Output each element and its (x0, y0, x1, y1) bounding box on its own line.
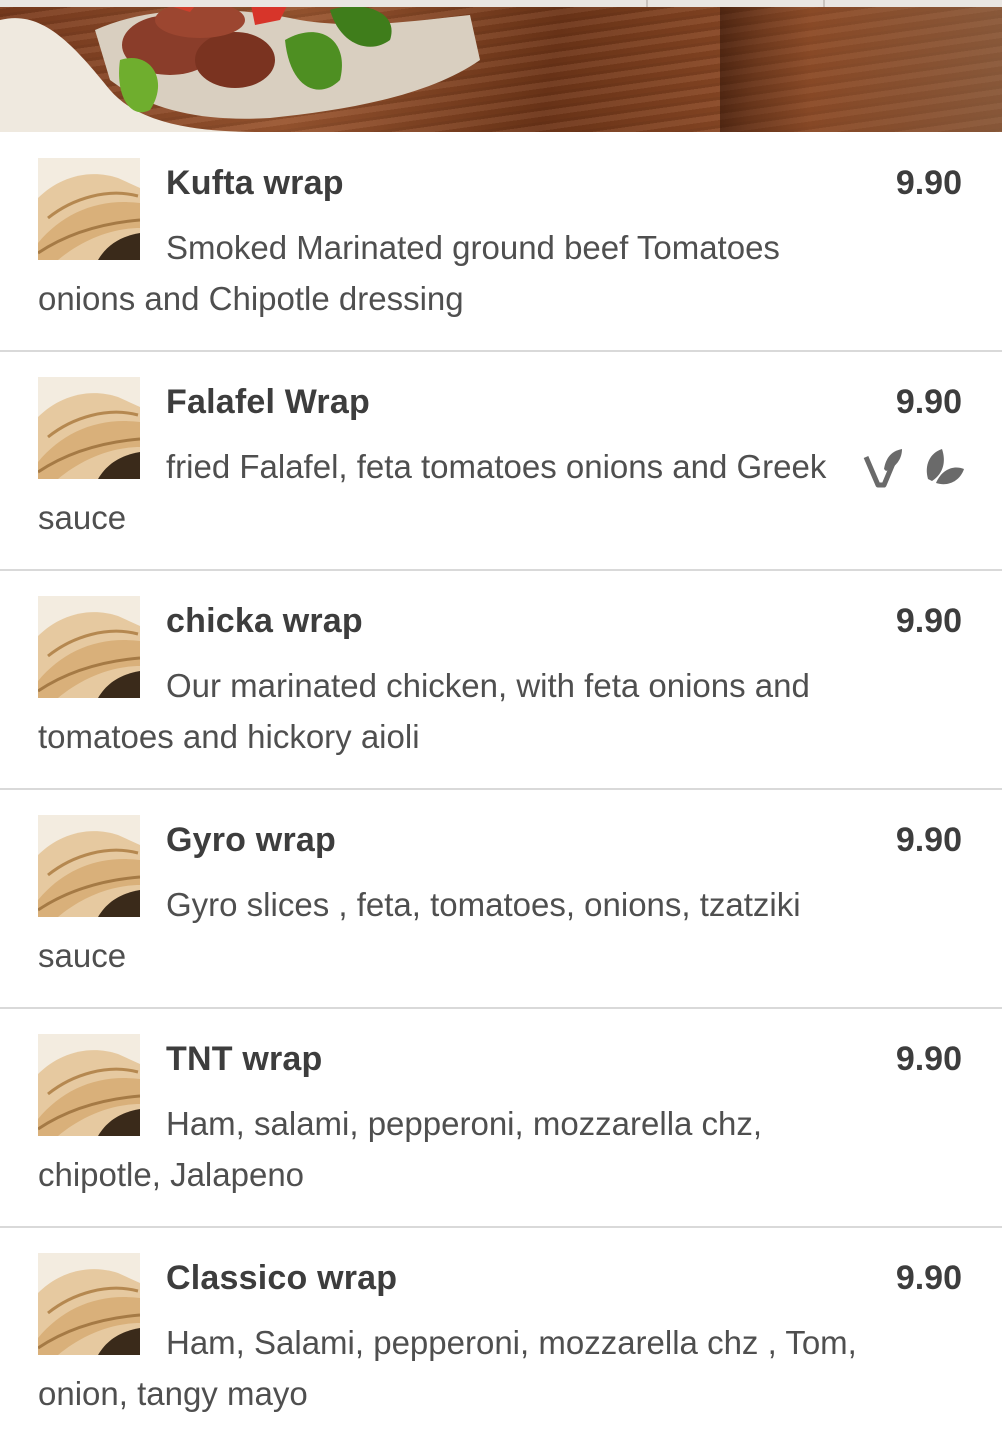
item-price: 9.90 (895, 821, 962, 859)
item-description: Smoked Marinated ground beef Tomatoes on… (38, 229, 780, 317)
item-name: Falafel Wrap (166, 383, 370, 421)
menu-item-kufta-wrap[interactable]: Kufta wrap 9.90 Smoked Marinated ground … (0, 132, 1002, 352)
item-description: Ham, Salami, pepperoni, mozzarella chz ,… (38, 1324, 857, 1412)
item-description: Our marinated chicken, with feta onions … (38, 667, 810, 755)
item-description: Ham, salami, pepperoni, mozzarella chz, … (38, 1105, 763, 1193)
tab-divider (823, 0, 825, 7)
menu-item-gyro-wrap[interactable]: Gyro wrap 9.90 Gyro slices , feta, tomat… (0, 789, 1002, 1009)
item-description: fried Falafel, feta tomatoes onions and … (38, 448, 827, 536)
item-name: Gyro wrap (166, 821, 336, 859)
leaf-icon (926, 449, 964, 485)
item-price: 9.90 (895, 1040, 962, 1078)
menu-item-tnt-wrap[interactable]: TNT wrap 9.90 Ham, salami, pepperoni, mo… (0, 1008, 1002, 1228)
tab-divider (646, 0, 648, 7)
item-price: 9.90 (895, 1259, 962, 1297)
wrap-food-illustration (0, 0, 480, 132)
item-price: 9.90 (895, 164, 962, 202)
item-name: Classico wrap (166, 1259, 398, 1297)
item-price: 9.90 (895, 383, 962, 421)
item-name: chicka wrap (166, 602, 363, 640)
item-description: Gyro slices , feta, tomatoes, onions, tz… (38, 886, 801, 974)
item-price: 9.90 (895, 602, 962, 640)
menu-item-chicka-wrap[interactable]: chicka wrap 9.90 Our marinated chicken, … (0, 570, 1002, 790)
hero-banner-image (0, 0, 1002, 132)
dietary-badges (862, 447, 964, 489)
item-name: Kufta wrap (166, 164, 344, 202)
vegetarian-v-icon (863, 449, 902, 488)
menu-item-falafel-wrap[interactable]: Falafel Wrap 9.90 fried Falafel, feta to… (0, 351, 1002, 571)
menu-item-classico-wrap[interactable]: Classico wrap 9.90 Ham, Salami, pepperon… (0, 1227, 1002, 1440)
board-edge (720, 0, 1002, 132)
top-tab-strip (0, 0, 1002, 7)
item-name: TNT wrap (166, 1040, 323, 1078)
